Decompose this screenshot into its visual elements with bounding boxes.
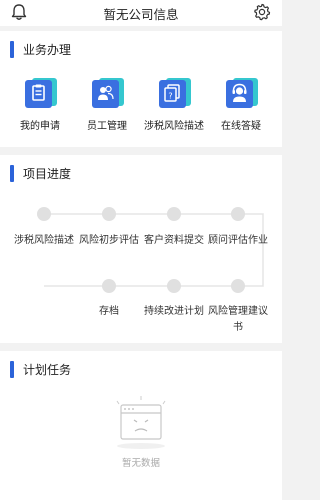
business-item-label: 我的申请 <box>20 121 60 132</box>
clipboard-icon <box>25 78 57 108</box>
progress-panel: 涉税风险描述 风险初步评估 客户资料提交 顾问评估作业 风险管理建议书 持续改进… <box>0 191 282 343</box>
business-panel: 我的申请 员工管理 ? 涉税风险描述 在线答疑 <box>0 67 282 147</box>
progress-section-header: 项目进度 <box>0 155 282 191</box>
progress-step-label: 客户资料提交 <box>144 235 204 246</box>
section-title: 计划任务 <box>23 363 72 377</box>
plan-panel: 暂无数据 <box>0 387 282 500</box>
section-accent-bar <box>10 361 14 378</box>
support-agent-icon <box>226 78 258 108</box>
online-qa-button[interactable]: 在线答疑 <box>206 67 276 137</box>
business-item-label: 涉税风险描述 <box>144 121 204 132</box>
tax-risk-description-button[interactable]: ? 涉税风险描述 <box>139 67 209 137</box>
progress-step-label: 风险初步评估 <box>79 235 139 246</box>
progress-step-label: 持续改进计划 <box>144 306 204 317</box>
my-application-button[interactable]: 我的申请 <box>5 67 75 137</box>
business-item-label: 在线答疑 <box>221 121 261 132</box>
svg-text:?: ? <box>168 92 172 101</box>
business-section-header: 业务办理 <box>0 31 282 67</box>
progress-step-label: 风险管理建议书 <box>208 306 268 333</box>
progress-step-label: 顾问评估作业 <box>208 235 268 246</box>
gear-icon[interactable] <box>252 2 272 22</box>
empty-state-text: 暂无数据 <box>121 458 160 469</box>
section-accent-bar <box>10 41 14 58</box>
users-icon <box>92 78 124 108</box>
section-title: 业务办理 <box>23 43 72 57</box>
section-accent-bar <box>10 165 14 182</box>
empty-state-icon <box>116 396 166 449</box>
progress-step-label: 存档 <box>99 306 119 317</box>
page-title: 暂无公司信息 <box>103 7 179 22</box>
plan-section-header: 计划任务 <box>0 351 282 387</box>
progress-step-label: 涉税风险描述 <box>14 235 74 246</box>
question-card-icon: ? <box>159 78 191 108</box>
section-title: 项目进度 <box>23 167 72 181</box>
employee-management-button[interactable]: 员工管理 <box>72 67 142 137</box>
business-item-label: 员工管理 <box>87 121 127 132</box>
top-bar: 暂无公司信息 <box>0 0 282 26</box>
